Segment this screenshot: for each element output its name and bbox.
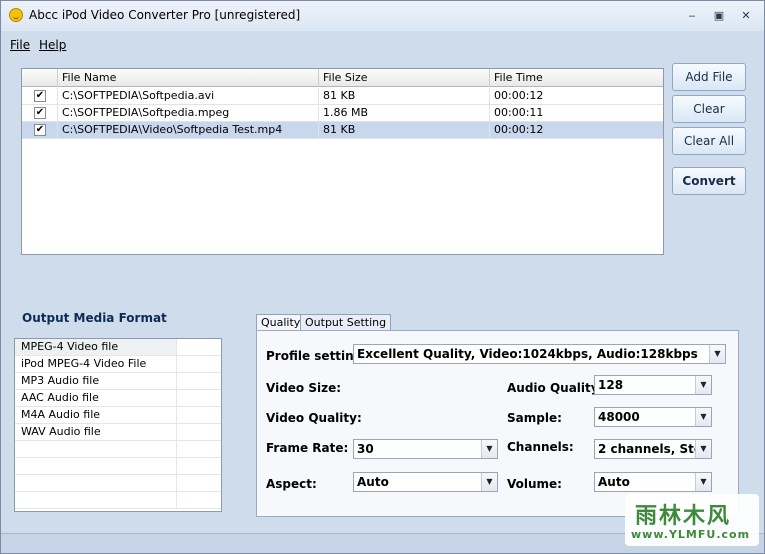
sample-label: Sample: bbox=[507, 411, 562, 425]
volume-select[interactable]: Auto ▼ bbox=[594, 472, 712, 492]
clear-all-button[interactable]: Clear All bbox=[672, 127, 746, 155]
format-empty-row bbox=[15, 475, 221, 492]
file-list[interactable]: File Name File Size File Time ✔ C:\SOFTP… bbox=[21, 68, 664, 255]
minimize-icon[interactable]: ‒ bbox=[684, 9, 700, 23]
video-quality-label: Video Quality: bbox=[266, 411, 362, 425]
frame-rate-value: 30 bbox=[357, 442, 374, 456]
quality-panel: Profile setting: Excellent Quality, Vide… bbox=[256, 330, 739, 517]
profile-setting-select[interactable]: Excellent Quality, Video:1024kbps, Audio… bbox=[353, 344, 726, 364]
maximize-icon[interactable]: ▣ bbox=[711, 9, 727, 23]
file-row-selected[interactable]: ✔ C:\SOFTPEDIA\Video\Softpedia Test.mp4 … bbox=[22, 122, 663, 139]
format-label: MP3 Audio file bbox=[15, 373, 177, 389]
audio-quality-label: Audio Quality: bbox=[507, 381, 604, 395]
chevron-down-icon: ▼ bbox=[481, 473, 497, 491]
file-checkbox[interactable]: ✔ bbox=[34, 107, 46, 119]
close-icon[interactable]: ✕ bbox=[738, 9, 754, 23]
format-label: WAV Audio file bbox=[15, 424, 177, 440]
format-empty-row bbox=[15, 441, 221, 458]
chevron-down-icon: ▼ bbox=[695, 408, 711, 426]
file-name: C:\SOFTPEDIA\Softpedia.avi bbox=[57, 88, 318, 104]
file-row[interactable]: ✔ C:\SOFTPEDIA\Softpedia.avi 81 KB 00:00… bbox=[22, 88, 663, 105]
file-name: C:\SOFTPEDIA\Video\Softpedia Test.mp4 bbox=[57, 122, 318, 138]
convert-button[interactable]: Convert bbox=[672, 167, 746, 195]
format-empty-cell bbox=[15, 492, 177, 508]
format-empty-cell bbox=[15, 458, 177, 474]
file-row[interactable]: ✔ C:\SOFTPEDIA\Softpedia.mpeg 1.86 MB 00… bbox=[22, 105, 663, 122]
profile-setting-value: Excellent Quality, Video:1024kbps, Audio… bbox=[357, 347, 698, 361]
app-window: Abcc iPod Video Converter Pro [unregiste… bbox=[0, 0, 765, 554]
smiley-app-icon bbox=[9, 8, 23, 22]
audio-quality-value: 128 bbox=[598, 378, 624, 392]
video-size-label: Video Size: bbox=[266, 381, 342, 395]
sample-value: 48000 bbox=[598, 410, 640, 424]
format-empty-cell bbox=[15, 441, 177, 457]
file-list-header: File Name File Size File Time bbox=[22, 69, 663, 87]
file-size: 1.86 MB bbox=[318, 105, 489, 121]
channels-label: Channels: bbox=[507, 440, 574, 454]
check-icon: ✔ bbox=[35, 90, 45, 101]
tab-quality[interactable]: Quality bbox=[256, 314, 306, 331]
channels-select[interactable]: 2 channels, Ster ▼ bbox=[594, 439, 712, 459]
aspect-label: Aspect: bbox=[266, 477, 317, 491]
file-size: 81 KB bbox=[318, 88, 489, 104]
header-file-name[interactable]: File Name bbox=[57, 69, 318, 87]
menu-bar: File Help bbox=[1, 35, 764, 55]
frame-rate-label: Frame Rate: bbox=[266, 441, 349, 455]
output-format-list[interactable]: MPEG-4 Video file iPod MPEG-4 Video File… bbox=[14, 338, 222, 512]
output-format-title: Output Media Format bbox=[22, 311, 167, 325]
file-time: 00:00:12 bbox=[489, 122, 663, 138]
format-item-selected[interactable]: MPEG-4 Video file bbox=[15, 339, 221, 356]
volume-label: Volume: bbox=[507, 477, 562, 491]
file-checkbox[interactable]: ✔ bbox=[34, 124, 46, 136]
add-file-button[interactable]: Add File bbox=[672, 63, 746, 91]
format-item[interactable]: iPod MPEG-4 Video File bbox=[15, 356, 221, 373]
chevron-down-icon: ▼ bbox=[481, 440, 497, 458]
header-file-time[interactable]: File Time bbox=[489, 69, 663, 87]
aspect-select[interactable]: Auto ▼ bbox=[353, 472, 498, 492]
watermark-logo: 雨林木风 www.YLMFU.com bbox=[625, 494, 759, 546]
file-name: C:\SOFTPEDIA\Softpedia.mpeg bbox=[57, 105, 318, 121]
check-icon: ✔ bbox=[35, 107, 45, 118]
volume-value: Auto bbox=[598, 475, 630, 489]
window-title: Abcc iPod Video Converter Pro [unregiste… bbox=[29, 8, 301, 22]
menu-help[interactable]: Help bbox=[39, 38, 66, 52]
channels-value: 2 channels, Ster bbox=[598, 442, 708, 456]
header-file-size[interactable]: File Size bbox=[318, 69, 489, 87]
clear-button[interactable]: Clear bbox=[672, 95, 746, 123]
format-item[interactable]: MP3 Audio file bbox=[15, 373, 221, 390]
format-label: iPod MPEG-4 Video File bbox=[15, 356, 177, 372]
format-item[interactable]: AAC Audio file bbox=[15, 390, 221, 407]
file-time: 00:00:12 bbox=[489, 88, 663, 104]
menu-file[interactable]: File bbox=[10, 38, 30, 52]
format-empty-row bbox=[15, 492, 221, 509]
chevron-down-icon: ▼ bbox=[709, 345, 725, 363]
check-icon: ✔ bbox=[35, 124, 45, 135]
format-empty-row bbox=[15, 458, 221, 475]
format-item[interactable]: M4A Audio file bbox=[15, 407, 221, 424]
format-empty-cell bbox=[15, 475, 177, 491]
format-label: MPEG-4 Video file bbox=[15, 339, 177, 355]
chevron-down-icon: ▼ bbox=[695, 473, 711, 491]
aspect-value: Auto bbox=[357, 475, 389, 489]
watermark-text: 雨林木风 bbox=[635, 504, 732, 529]
format-label: M4A Audio file bbox=[15, 407, 177, 423]
file-size: 81 KB bbox=[318, 122, 489, 138]
chevron-down-icon: ▼ bbox=[695, 440, 711, 458]
chevron-down-icon: ▼ bbox=[695, 376, 711, 394]
file-time: 00:00:11 bbox=[489, 105, 663, 121]
format-label: AAC Audio file bbox=[15, 390, 177, 406]
header-check-column[interactable] bbox=[22, 69, 57, 87]
file-checkbox[interactable]: ✔ bbox=[34, 90, 46, 102]
sample-select[interactable]: 48000 ▼ bbox=[594, 407, 712, 427]
watermark-url: www.YLMFU.com bbox=[631, 528, 751, 541]
format-item[interactable]: WAV Audio file bbox=[15, 424, 221, 441]
profile-setting-label: Profile setting: bbox=[266, 349, 368, 363]
tab-output-setting[interactable]: Output Setting bbox=[300, 314, 392, 331]
frame-rate-select[interactable]: 30 ▼ bbox=[353, 439, 498, 459]
audio-quality-select[interactable]: 128 ▼ bbox=[594, 375, 712, 395]
title-bar[interactable]: Abcc iPod Video Converter Pro [unregiste… bbox=[1, 1, 764, 31]
